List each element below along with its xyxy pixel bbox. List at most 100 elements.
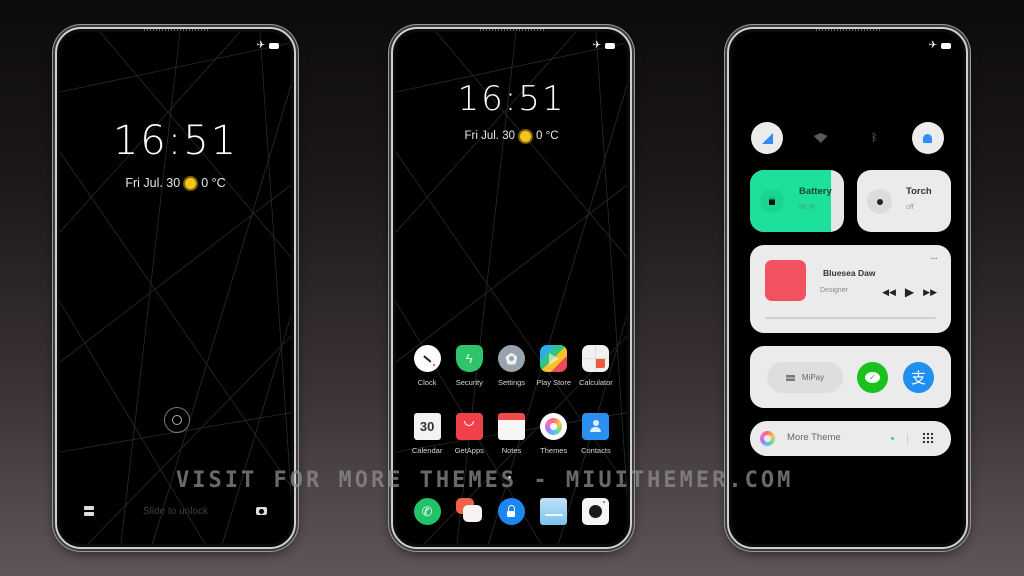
mobile-data-icon — [761, 132, 773, 144]
speaker-grille — [815, 29, 880, 31]
messages-icon — [455, 498, 483, 525]
apps-grid-icon[interactable] — [922, 432, 934, 444]
battery-icon — [941, 43, 951, 49]
battery-label: Battery — [799, 186, 832, 197]
mipay-button[interactable]: MiPay — [767, 362, 843, 393]
track-title: Bluesea Daw — [823, 268, 876, 278]
torch-icon — [867, 189, 892, 214]
shield-bolt-icon: ϟ — [455, 345, 483, 372]
themes-icon — [760, 431, 775, 446]
camera-icon — [582, 498, 610, 525]
app-label: Calendar — [411, 446, 443, 455]
app-play-store[interactable]: Play Store — [533, 345, 575, 387]
app-label: Calculator — [579, 378, 613, 387]
app-notes[interactable]: Notes — [490, 413, 532, 455]
fingerprint-icon[interactable] — [164, 407, 190, 433]
date-text: Fri Jul. 30 — [464, 130, 516, 142]
date-text: Fri Jul. 30 — [125, 176, 181, 190]
lock-bottom-bar: Slide to unlock — [60, 504, 291, 520]
dock-gallery[interactable] — [533, 498, 575, 525]
wifi-icon — [813, 133, 828, 143]
app-security[interactable]: ϟ Security — [448, 345, 490, 387]
contacts-icon — [582, 413, 610, 440]
torch-card[interactable]: Torch off — [857, 170, 951, 232]
play-icon[interactable]: ▶ — [905, 285, 914, 299]
app-grid-row-2: 30 Calendar GetApps Notes Themes Contact… — [406, 413, 617, 455]
watermark: VISIT FOR MORE THEMES - MIUITHEMER.COM — [176, 468, 794, 493]
home-clock[interactable]: 16:51 — [396, 79, 627, 119]
more-options-icon[interactable]: ··· — [930, 253, 938, 264]
battery-percent: 86 % — [799, 204, 815, 211]
wallet-icon — [785, 374, 795, 381]
app-label: GetApps — [454, 446, 484, 455]
playback-controls: ◀◀ ▶ ▶▶ — [882, 285, 937, 299]
airplane-icon: ✈ — [256, 40, 265, 51]
app-label: Themes — [540, 446, 568, 455]
notes-icon — [497, 413, 525, 440]
dock: ✆ — [406, 498, 617, 525]
calendar-icon: 30 — [413, 413, 441, 440]
mipay-label: MiPay — [801, 373, 825, 382]
app-clock[interactable]: Clock — [406, 345, 448, 387]
more-theme-bar[interactable]: More Theme — [750, 421, 951, 456]
app-label: Contacts — [581, 446, 611, 455]
dock-app-lock[interactable] — [490, 498, 532, 525]
torch-label: Torch — [906, 186, 932, 197]
battery-icon — [605, 43, 615, 49]
mobile-data-toggle[interactable] — [751, 122, 783, 154]
alipay-icon[interactable]: 支 — [903, 362, 934, 393]
quick-toggles: ᛒ — [751, 122, 944, 154]
wifi-toggle[interactable] — [805, 133, 837, 143]
app-settings[interactable]: Settings — [490, 345, 532, 387]
more-theme-label: More Theme — [787, 432, 841, 443]
clock-icon — [413, 345, 441, 372]
lock-clock: 16:51 — [112, 118, 239, 164]
battery-icon — [269, 43, 279, 49]
speaker-grille — [143, 29, 208, 31]
gallery-icon — [540, 498, 568, 525]
battery-card-icon — [760, 189, 784, 213]
fast-forward-icon[interactable]: ▶▶ — [923, 287, 937, 298]
status-bar: ✈ — [593, 41, 615, 51]
app-contacts[interactable]: Contacts — [575, 413, 617, 455]
track-artist: Designer — [820, 287, 849, 294]
airplane-icon: ✈ — [592, 40, 601, 51]
phone-icon: ✆ — [413, 498, 441, 525]
rewind-icon[interactable]: ◀◀ — [882, 287, 896, 298]
music-player-card: Bluesea Daw Designer ··· ◀◀ ▶ ▶▶ — [750, 245, 951, 333]
bluetooth-toggle[interactable]: ᛒ — [858, 132, 890, 144]
app-lock-icon — [497, 498, 525, 525]
camera-shortcut-icon[interactable] — [256, 507, 267, 515]
dock-messages[interactable] — [448, 498, 490, 525]
app-calendar[interactable]: 30 Calendar — [406, 413, 448, 455]
bluetooth-icon: ᛒ — [871, 132, 878, 144]
app-label: Play Store — [536, 378, 571, 387]
playback-progress[interactable] — [765, 317, 936, 319]
payment-card: MiPay ✓ 支 — [750, 346, 951, 408]
calculator-icon — [582, 345, 610, 372]
app-grid-row-1: Clock ϟ Security Settings Play Store Cal… — [406, 345, 617, 387]
temperature: 0 °C — [536, 130, 559, 142]
dock-camera[interactable] — [575, 498, 617, 525]
wechat-pay-icon[interactable]: ✓ — [857, 362, 888, 393]
sun-icon — [185, 177, 197, 189]
divider — [907, 434, 908, 444]
status-bar: ✈ — [257, 41, 279, 51]
album-art — [765, 260, 806, 301]
notification-bell-icon — [923, 133, 933, 143]
lock-date-weather: Fri Jul. 30 0 °C — [60, 176, 291, 190]
app-getapps[interactable]: GetApps — [448, 413, 490, 455]
app-calculator[interactable]: Calculator — [575, 345, 617, 387]
temperature: 0 °C — [201, 176, 226, 190]
dock-phone[interactable]: ✆ — [406, 498, 448, 525]
themes-icon — [540, 413, 568, 440]
battery-card[interactable]: Battery 86 % — [750, 170, 844, 232]
home-date-weather: Fri Jul. 30 0 °C — [396, 130, 627, 142]
app-themes[interactable]: Themes — [533, 413, 575, 455]
notification-toggle[interactable] — [911, 122, 944, 154]
torch-state: off — [906, 204, 914, 211]
sun-icon — [520, 130, 531, 142]
status-bar: ✈ — [929, 41, 951, 51]
gear-icon — [497, 345, 525, 372]
app-label: Clock — [417, 378, 437, 387]
